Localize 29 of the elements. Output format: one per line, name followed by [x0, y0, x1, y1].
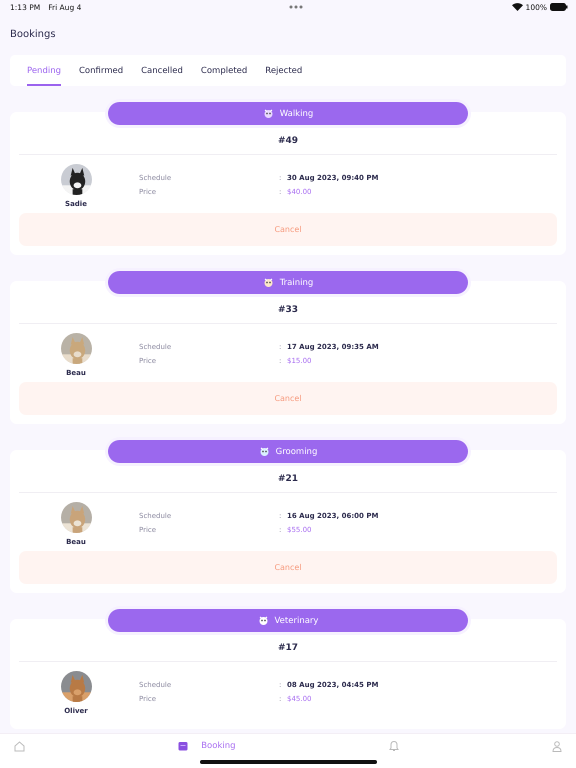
home-icon[interactable] — [14, 740, 25, 752]
tab[interactable]: Confirmed — [78, 55, 124, 86]
tab[interactable]: Pending — [27, 55, 61, 86]
booking-number: #21 — [276, 473, 300, 486]
service-name: Walking — [280, 108, 314, 118]
booking-number: #33 — [276, 304, 300, 317]
nav-label[interactable]: Booking — [201, 741, 236, 751]
pet-icon — [258, 615, 269, 626]
page-title: Bookings — [10, 29, 57, 42]
tab[interactable]: Cancelled — [141, 55, 183, 86]
service-name: Training — [280, 278, 314, 288]
tab[interactable]: Completed — [200, 55, 248, 86]
bell-icon[interactable] — [388, 740, 399, 752]
service-name: Veterinary — [274, 616, 318, 626]
cancel-button[interactable]: Cancel — [19, 551, 557, 584]
service-name: Grooming — [276, 446, 318, 456]
cancel-button[interactable]: Cancel — [19, 213, 557, 246]
profile-icon[interactable] — [552, 740, 562, 752]
booking-number: #17 — [276, 642, 300, 655]
tab[interactable]: Rejected — [265, 55, 302, 86]
battery-icon — [550, 3, 568, 11]
booking-number: #49 — [276, 135, 300, 148]
pet-icon — [258, 446, 270, 457]
pet-icon — [262, 277, 274, 288]
cancel-button[interactable]: Cancel — [19, 382, 557, 415]
more-icon[interactable] — [289, 5, 304, 9]
wifi-icon — [512, 3, 523, 11]
calendar-icon[interactable] — [178, 741, 188, 751]
pet-icon — [262, 108, 274, 119]
